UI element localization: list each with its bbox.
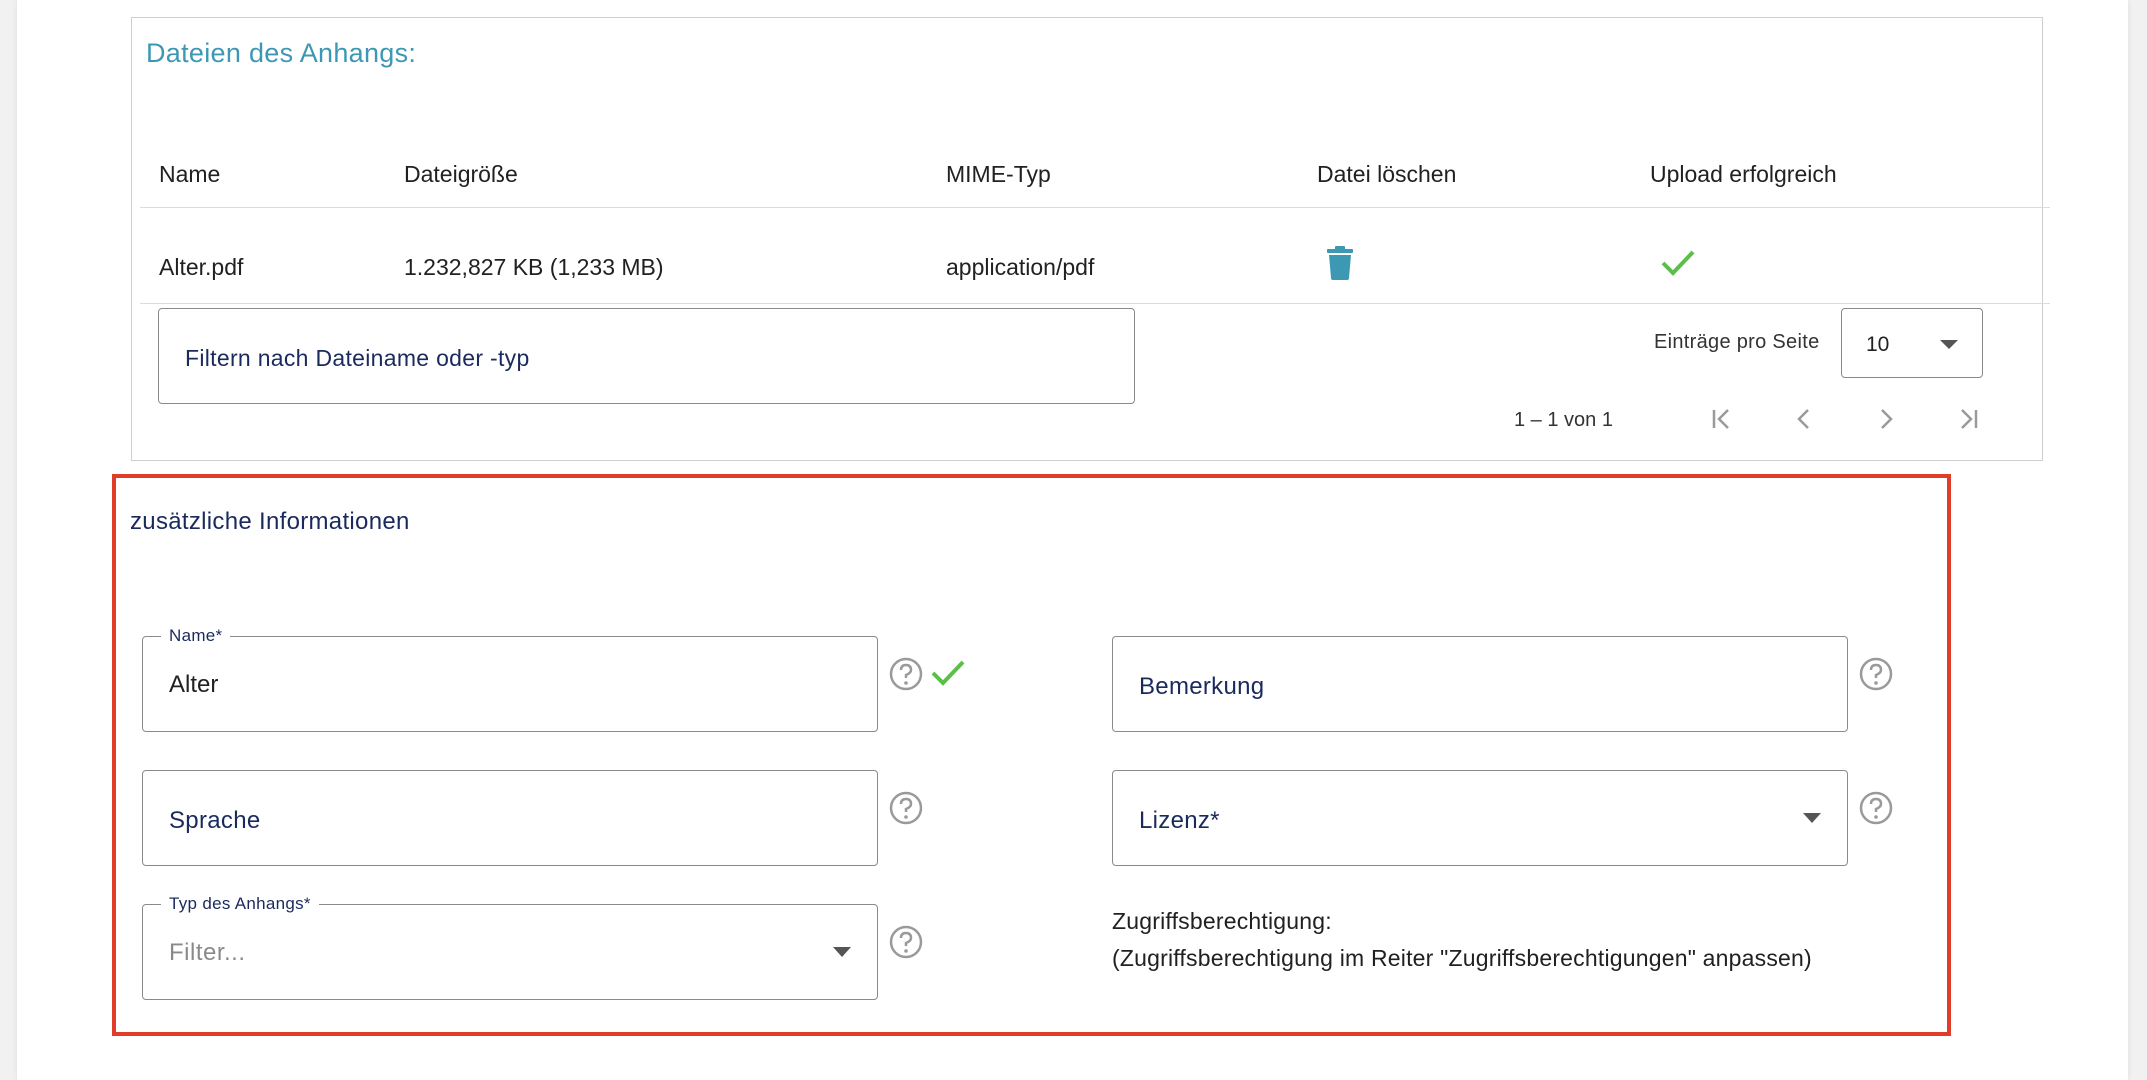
additional-info-section: zusätzliche Informationen Name* Alter Be…	[112, 474, 1951, 1036]
sprache-placeholder: Sprache	[169, 807, 261, 834]
per-page-label: Einträge pro Seite	[1654, 331, 1820, 353]
access-rights-title: Zugriffsberechtigung:	[1112, 908, 1332, 934]
lizenz-select[interactable]: Lizenz*	[1112, 770, 1848, 866]
sprache-field[interactable]: Sprache	[142, 770, 878, 866]
check-icon	[1660, 248, 1696, 278]
trash-icon[interactable]	[1326, 246, 1354, 280]
file-name-cell: Alter.pdf	[159, 254, 244, 280]
column-header-delete: Datei löschen	[1317, 161, 1457, 187]
last-page-icon[interactable]	[1950, 401, 1986, 437]
table-row: Alter.pdf 1.232,827 KB (1,233 MB) applic…	[140, 208, 2050, 304]
help-icon[interactable]	[1858, 656, 1894, 692]
table-header-row: Name Dateigröße MIME-Typ Datei löschen U…	[140, 118, 2050, 208]
column-header-size[interactable]: Dateigröße	[404, 161, 518, 188]
help-icon[interactable]	[888, 656, 924, 692]
files-card-title: Dateien des Anhangs:	[146, 38, 417, 68]
first-page-icon[interactable]	[1704, 401, 1740, 437]
name-field-label: Name*	[161, 625, 231, 647]
typ-des-anhangs-select[interactable]: Typ des Anhangs* Filter...	[142, 893, 878, 1000]
name-field-value: Alter	[169, 671, 219, 698]
next-page-icon[interactable]	[1868, 401, 1904, 437]
column-header-mime[interactable]: MIME-Typ	[946, 161, 1051, 188]
bemerkung-placeholder: Bemerkung	[1139, 673, 1265, 700]
chevron-down-icon	[833, 947, 851, 957]
per-page-value: 10	[1866, 333, 1890, 356]
typ-field-placeholder: Filter...	[169, 939, 246, 966]
chevron-down-icon	[1940, 340, 1958, 349]
typ-field-label: Typ des Anhangs*	[161, 893, 319, 915]
bemerkung-field[interactable]: Bemerkung	[1112, 636, 1848, 732]
name-field[interactable]: Name* Alter	[142, 625, 878, 732]
lizenz-placeholder: Lizenz*	[1139, 807, 1220, 834]
additional-info-title: zusätzliche Informationen	[130, 508, 410, 535]
page: Dateien des Anhangs: Name Dateigröße MIM…	[17, 0, 2128, 1080]
help-icon[interactable]	[888, 924, 924, 960]
check-icon	[930, 658, 966, 688]
per-page-select[interactable]: 10	[1841, 308, 1983, 378]
filter-input-placeholder: Filtern nach Dateiname oder -typ	[185, 345, 530, 371]
attachment-files-card: Dateien des Anhangs: Name Dateigröße MIM…	[131, 17, 2050, 461]
help-icon[interactable]	[888, 790, 924, 826]
chevron-down-icon	[1803, 813, 1821, 823]
access-rights-note: (Zugriffsberechtigung im Reiter "Zugriff…	[1112, 945, 1812, 971]
pagination-range: 1 – 1 von 1	[1514, 409, 1613, 431]
file-size-cell: 1.232,827 KB (1,233 MB)	[404, 254, 664, 280]
help-icon[interactable]	[1858, 790, 1894, 826]
column-header-upload: Upload erfolgreich	[1650, 161, 1837, 187]
column-header-name[interactable]: Name	[159, 161, 220, 188]
filter-input[interactable]: Filtern nach Dateiname oder -typ	[158, 308, 1135, 404]
previous-page-icon[interactable]	[1786, 401, 1822, 437]
file-mime-cell: application/pdf	[946, 254, 1095, 280]
